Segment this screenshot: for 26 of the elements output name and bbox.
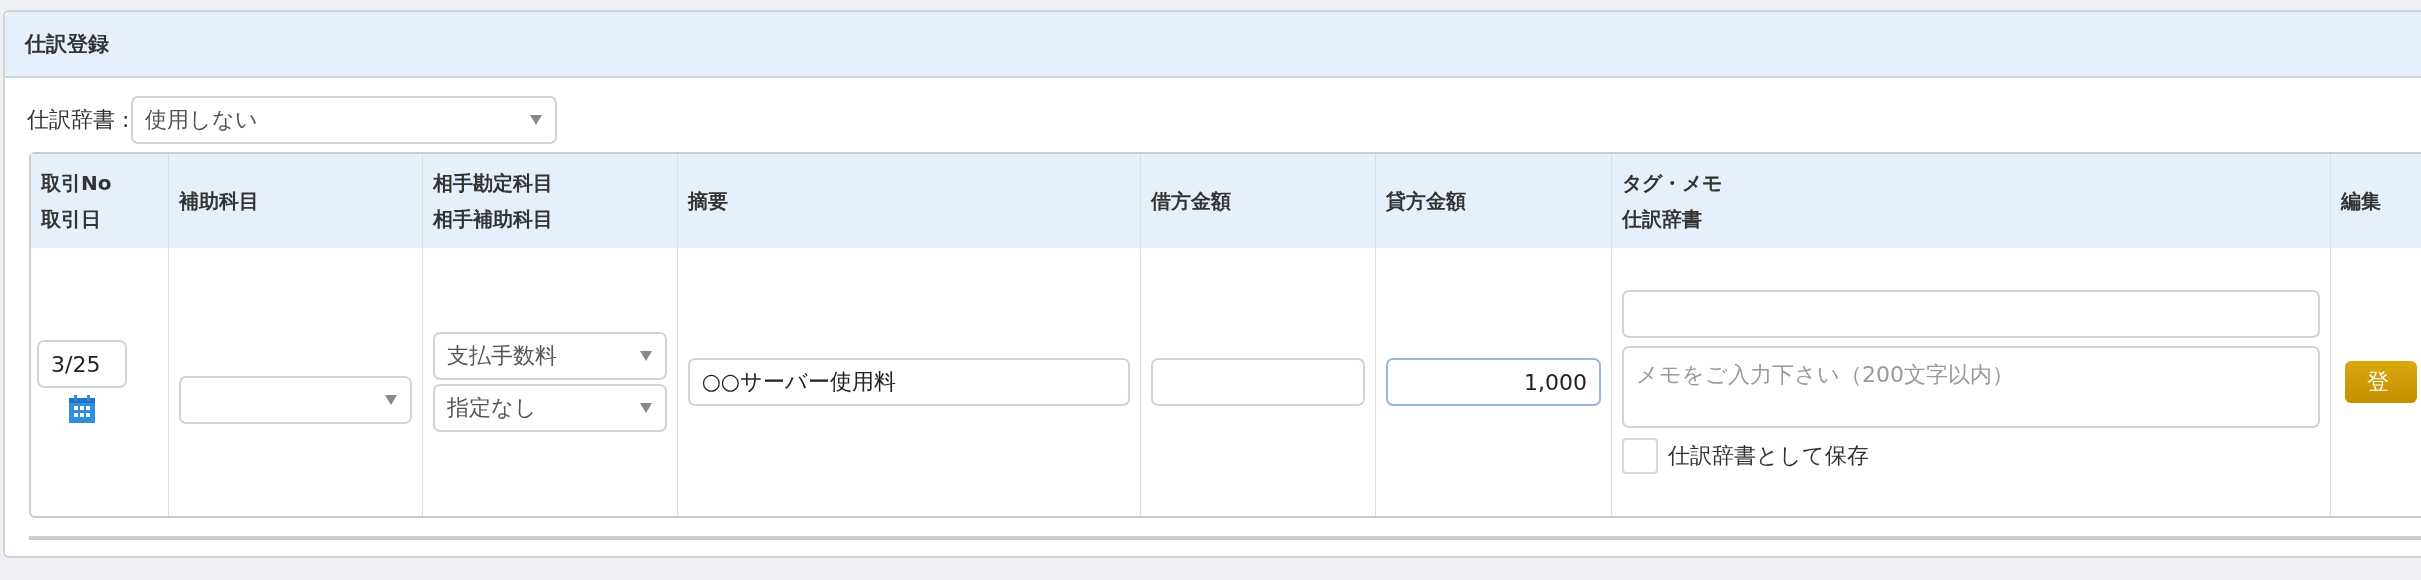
dropdown[interactable]	[178, 376, 412, 424]
dropdown[interactable]: 指定なし	[432, 384, 667, 432]
checkbox-label: 仕訳辞書として保存	[1668, 442, 1869, 470]
amount-field[interactable]: 1,000	[1386, 358, 1601, 406]
column-header: 摘要	[687, 189, 728, 213]
calendar-icon[interactable]	[68, 394, 96, 424]
description-field[interactable]: ○○サーバー使用料	[687, 358, 1130, 406]
column-header: 借方金額	[1150, 189, 1231, 213]
dropdown-caret-icon	[638, 350, 653, 362]
amount-field[interactable]	[1150, 358, 1366, 406]
dropdown[interactable]: 使用しない	[131, 96, 558, 144]
column-header: 補助科目	[178, 189, 259, 213]
checkbox[interactable]	[1622, 438, 1658, 474]
dropdown-caret-icon	[529, 114, 544, 126]
dictionary-label: 仕訳辞書 :	[27, 106, 130, 134]
column-header: 貸方金額	[1386, 189, 1467, 213]
column-header: 編集	[2340, 189, 2381, 213]
column-header: 相手勘定科目 相手補助科目	[432, 171, 553, 231]
date-field[interactable]: 3/25	[37, 340, 127, 388]
panel-title: 仕訳登録	[5, 12, 2421, 78]
tag-field[interactable]	[1622, 290, 2320, 338]
column-header: 取引No 取引日	[41, 171, 112, 231]
dropdown-caret-icon	[383, 394, 398, 406]
dropdown[interactable]: 支払手数料	[432, 332, 667, 380]
dropdown-caret-icon	[638, 402, 653, 414]
column-header: タグ・メモ 仕訳辞書	[1622, 171, 1722, 231]
